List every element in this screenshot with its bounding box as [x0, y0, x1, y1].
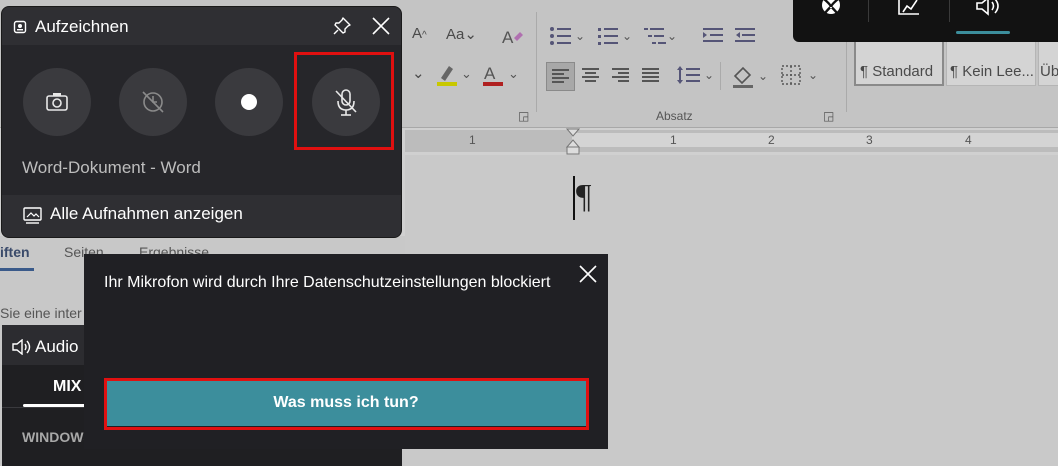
windows-section-label: WINDOWS — [22, 429, 93, 445]
nav-tab-underline — [0, 268, 34, 271]
gallery-icon — [22, 205, 44, 225]
style-no-spacing-label: ¶ Kein Lee... — [950, 63, 1034, 80]
ribbon-separator — [846, 40, 847, 112]
capture-source-label: Word-Dokument - Word — [22, 158, 201, 177]
ruler-number: 1 — [670, 133, 677, 147]
capture-widget-icon — [13, 20, 27, 34]
audio-widget-icon — [12, 339, 32, 355]
text-cursor — [573, 176, 575, 220]
nav-tab-headings[interactable]: iften — [0, 244, 30, 260]
audio-title: Audio — [35, 337, 79, 356]
highlight-what-to-do-button — [104, 378, 589, 430]
clear-format-icon[interactable]: A — [500, 26, 524, 48]
borders-icon[interactable]: ⌄ — [780, 64, 822, 88]
tab-mix[interactable]: MIX — [53, 378, 81, 396]
ruler-number: 3 — [866, 133, 873, 147]
screenshot-button[interactable] — [23, 68, 91, 136]
svg-text:⌄: ⌄ — [808, 68, 818, 82]
ribbon-separator — [720, 62, 721, 90]
pin-icon[interactable] — [332, 16, 352, 36]
ribbon-separator — [536, 12, 537, 112]
bullets-icon[interactable]: ⌄ ⌄ ⌄ — [548, 24, 678, 48]
text-effects-icon[interactable]: ⌄ — [412, 64, 425, 82]
svg-text:⌄: ⌄ — [461, 66, 472, 81]
show-all-captures-link[interactable]: Alle Aufnahmen anzeigen — [50, 204, 243, 224]
svg-text:A: A — [502, 28, 514, 47]
audio-active-indicator — [956, 31, 1010, 34]
font-color-icon[interactable]: A ⌄ — [481, 62, 521, 88]
start-recording-button[interactable] — [215, 68, 283, 136]
record-last-30s-button[interactable] — [119, 68, 187, 136]
shading-icon[interactable]: ⌄ — [732, 64, 772, 90]
indent-marker-icon[interactable] — [566, 128, 580, 156]
game-bar-topbar — [793, 0, 1058, 42]
notification-message: Ihr Mikrofon wird durch Ihre Datenschutz… — [104, 274, 551, 291]
font-group-launcher-icon[interactable]: ◲ — [518, 109, 529, 123]
ruler-number: 2 — [768, 133, 775, 147]
mic-blocked-notification: Ihr Mikrofon wird durch Ihre Datenschutz… — [84, 254, 608, 449]
line-spacing-icon[interactable]: ⌄ — [676, 64, 716, 88]
nav-pane-hint: Sie eine inter — [0, 305, 82, 321]
alignment-icons[interactable] — [580, 66, 664, 86]
svg-text:A: A — [484, 64, 496, 83]
svg-text:⌄: ⌄ — [575, 29, 585, 43]
font-grow-icon[interactable]: A^ — [412, 25, 427, 42]
close-icon[interactable] — [371, 16, 391, 36]
ruler-number: 1 — [469, 133, 476, 147]
highlight-microphone-button — [294, 52, 394, 150]
style-heading-label: Üb — [1040, 63, 1058, 80]
indent-icons[interactable] — [703, 26, 757, 46]
align-left-button[interactable] — [546, 62, 575, 91]
svg-text:⌄: ⌄ — [508, 66, 519, 81]
close-notification-icon[interactable] — [578, 264, 598, 284]
highlight-icon[interactable]: ⌄ — [435, 62, 475, 88]
topbar-divider — [949, 0, 950, 22]
ruler-text-area — [572, 133, 1058, 147]
performance-icon[interactable] — [897, 0, 921, 18]
style-standard-label: ¶ Standard — [860, 63, 934, 80]
xbox-icon[interactable] — [820, 0, 842, 19]
paragraph-group-launcher-icon[interactable]: ◲ — [823, 109, 834, 123]
svg-text:⌄: ⌄ — [667, 29, 677, 43]
svg-text:⌄: ⌄ — [704, 68, 714, 82]
svg-text:⌄: ⌄ — [758, 69, 768, 83]
pilcrow-mark: ¶ — [576, 178, 592, 215]
ruler-number: 4 — [965, 133, 972, 147]
svg-text:⌄: ⌄ — [622, 29, 632, 43]
group-label-paragraph: Absatz — [656, 109, 693, 123]
topbar-divider — [868, 0, 869, 22]
capture-title: Aufzeichnen — [35, 17, 129, 36]
font-size-icon[interactable]: Aa⌄ — [446, 25, 477, 43]
audio-speaker-icon[interactable] — [975, 0, 1003, 18]
